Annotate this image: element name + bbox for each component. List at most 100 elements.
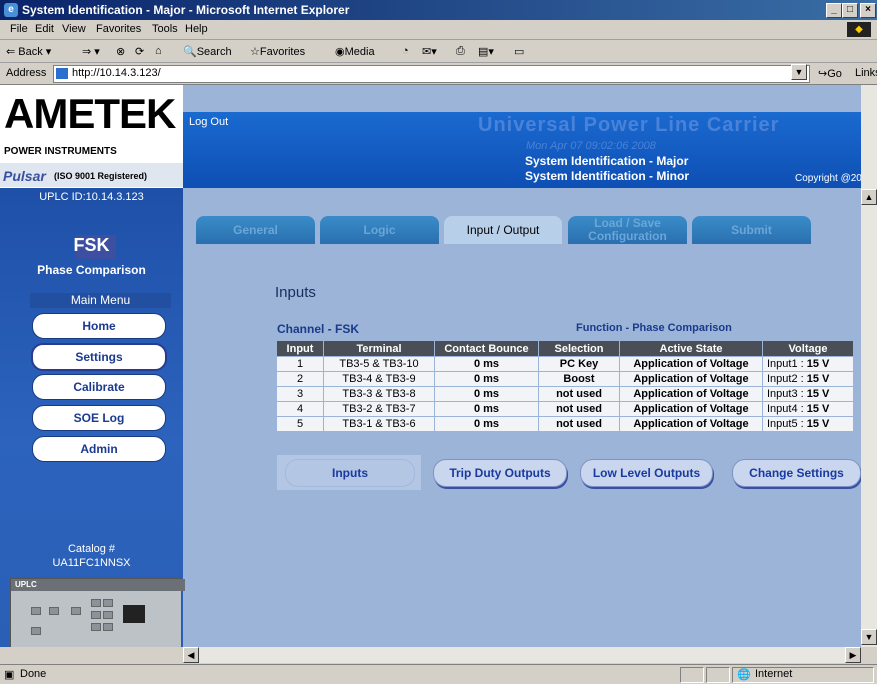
status-cell [680, 667, 704, 683]
settings-button[interactable]: Settings [31, 343, 167, 371]
voltage-value: 15 V [806, 418, 830, 430]
change-settings-button[interactable]: Change Settings [732, 459, 861, 487]
address-input[interactable]: http://10.14.3.123/ [53, 65, 810, 83]
selection-cell: not used [538, 386, 620, 402]
table-header-row: Input Terminal Contact Bounce Selection … [276, 340, 854, 357]
function-heading: Function - Phase Comparison [576, 322, 732, 334]
favorites-button[interactable]: ☆Favorites [250, 45, 305, 58]
page-icon [56, 68, 68, 79]
device-key [103, 623, 113, 631]
scroll-right-icon[interactable]: ▶ [845, 647, 861, 663]
voltage-label: Input1 : [767, 358, 807, 370]
scroll-left-icon[interactable]: ◀ [183, 647, 199, 663]
vertical-scrollbar[interactable]: ▲ ▼ [861, 85, 877, 647]
menu-edit[interactable]: Edit [35, 23, 54, 35]
trip-duty-outputs-button[interactable]: Trip Duty Outputs [433, 459, 567, 487]
globe-icon: 🌐 [737, 669, 751, 681]
device-key [31, 627, 41, 635]
menu-bar: File Edit View Favorites Tools Help ◆ [0, 20, 877, 40]
column-header: Voltage [762, 340, 854, 357]
status-text: Done [20, 668, 47, 680]
column-header: Input [276, 340, 324, 357]
table-row: 1 TB3-5 & TB3-10 0 ms PC Key Application… [276, 356, 854, 372]
close-button[interactable]: × [860, 3, 876, 18]
contact-bounce-cell: 0 ms [434, 416, 539, 432]
terminal-cell: TB3-1 & TB3-6 [323, 416, 435, 432]
terminal-cell: TB3-4 & TB3-9 [323, 371, 435, 387]
low-level-outputs-button[interactable]: Low Level Outputs [580, 459, 713, 487]
voltage-cell: Input2 : 15 V [762, 371, 854, 387]
voltage-label: Input5 : [767, 418, 807, 430]
voltage-label: Input3 : [767, 388, 807, 400]
maximize-button[interactable]: □ [842, 3, 858, 18]
search-label: Search [196, 46, 232, 58]
search-button[interactable]: 🔍Search [183, 45, 232, 58]
inputs-button[interactable]: Inputs [285, 459, 415, 487]
device-key [71, 607, 81, 615]
tab-logic[interactable]: Logic [320, 216, 439, 244]
calibrate-button[interactable]: Calibrate [32, 374, 166, 400]
history-icon[interactable]: ◔ [402, 45, 409, 57]
tab-submit[interactable]: Submit [692, 216, 811, 244]
go-button[interactable]: ↪Go [818, 67, 842, 80]
discuss-icon[interactable]: ▭ [514, 45, 524, 58]
admin-button[interactable]: Admin [32, 436, 166, 462]
horizontal-scrollbar[interactable]: ◀ ▶ [183, 647, 861, 663]
device-label: UPLC [11, 579, 185, 591]
tab-general[interactable]: General [196, 216, 315, 244]
soe-log-button[interactable]: SOE Log [32, 405, 166, 431]
scroll-up-icon[interactable]: ▲ [861, 189, 877, 205]
input-cell: 2 [276, 371, 324, 387]
title-bar: e System Identification - Major - Micros… [0, 0, 877, 20]
device-key [103, 611, 113, 619]
stop-icon[interactable]: ⊗ [116, 45, 125, 58]
mail-icon[interactable]: ✉▾ [422, 45, 437, 58]
logout-link[interactable]: Log Out [189, 116, 228, 128]
contact-bounce-cell: 0 ms [434, 401, 539, 417]
device-key [49, 607, 59, 615]
menu-favorites[interactable]: Favorites [96, 23, 141, 35]
scroll-down-icon[interactable]: ▼ [861, 629, 877, 645]
column-header: Contact Bounce [434, 340, 539, 357]
home-button[interactable]: Home [32, 313, 166, 339]
contact-bounce-cell: 0 ms [434, 371, 539, 387]
page-title: Universal Power Line Carrier [478, 114, 780, 136]
address-dropdown-icon[interactable]: ▼ [791, 64, 807, 80]
forward-button[interactable]: ⇒ ▾ [82, 45, 100, 58]
links-button[interactable]: Links [855, 67, 877, 79]
home-icon[interactable]: ⌂ [155, 45, 162, 57]
print-icon[interactable]: ⎙ [456, 45, 465, 58]
input-cell: 5 [276, 416, 324, 432]
active-state-cell: Application of Voltage [619, 401, 763, 417]
tab-load-save[interactable]: Load / Save Configuration [568, 216, 687, 244]
main-menu-header: Main Menu [30, 293, 171, 308]
system-id-major: System Identification - Major [525, 154, 689, 168]
edit-icon[interactable]: ▤▾ [478, 45, 494, 58]
voltage-label: Input2 : [767, 373, 807, 385]
active-state-cell: Application of Voltage [619, 416, 763, 432]
menu-help[interactable]: Help [185, 23, 208, 35]
menu-view[interactable]: View [62, 23, 86, 35]
web-page: AMETEK POWER INSTRUMENTS Pulsar (ISO 900… [0, 85, 861, 647]
active-state-cell: Application of Voltage [619, 356, 763, 372]
tab-input-output[interactable]: Input / Output [444, 216, 562, 244]
voltage-cell: Input4 : 15 V [762, 401, 854, 417]
address-label: Address [6, 67, 47, 79]
table-row: 3 TB3-3 & TB3-8 0 ms not used Applicatio… [276, 386, 854, 402]
status-bar: ▣ Done 🌐 Internet [0, 664, 877, 684]
back-button[interactable]: ⇐ Back ▾ [6, 45, 51, 58]
device-key [91, 611, 101, 619]
minimize-button[interactable]: _ [826, 3, 842, 18]
selection-cell: not used [538, 401, 620, 417]
device-key [31, 607, 41, 615]
device-key [103, 599, 113, 607]
menu-tools[interactable]: Tools [152, 23, 178, 35]
mode-label: FSK [73, 235, 110, 255]
voltage-value: 15 V [806, 373, 830, 385]
refresh-icon[interactable]: ⟳ [135, 45, 144, 58]
menu-file[interactable]: File [10, 23, 28, 35]
active-state-cell: Application of Voltage [619, 386, 763, 402]
column-header: Selection [538, 340, 620, 357]
contact-bounce-cell: 0 ms [434, 356, 539, 372]
media-button[interactable]: ◉Media [335, 45, 375, 58]
